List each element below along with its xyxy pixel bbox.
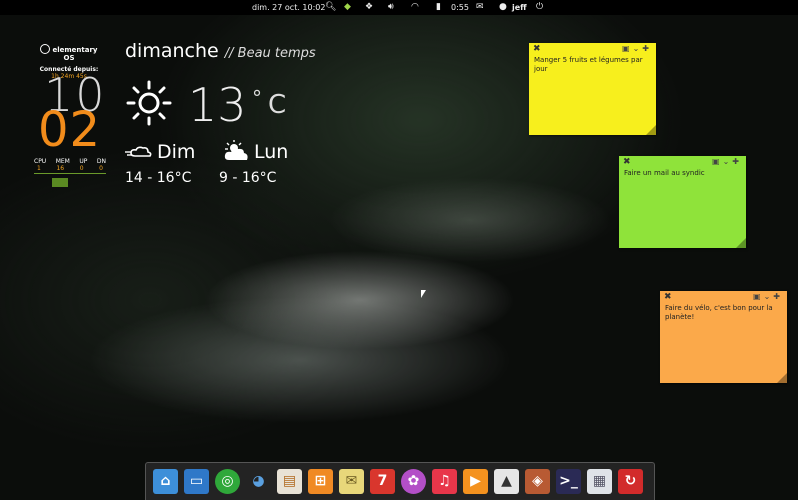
- image-viewer-icon[interactable]: ▲: [494, 469, 519, 494]
- evernote-icon[interactable]: ◆: [344, 2, 351, 13]
- clock-minute: 02: [38, 102, 102, 158]
- battery-icon[interactable]: ▮: [436, 2, 441, 13]
- note-header: ✖ ▣⌄✚: [660, 291, 787, 303]
- panel-clock[interactable]: dim. 27 oct. 10:02: [252, 3, 325, 12]
- mail-icon[interactable]: ✉: [339, 469, 364, 494]
- note-fold: [736, 238, 746, 248]
- os-name: elementary OS: [34, 44, 104, 62]
- calendar-icon[interactable]: 7: [370, 469, 395, 494]
- wind-icon: [125, 146, 152, 157]
- calculator-icon[interactable]: ⊞: [308, 469, 333, 494]
- close-icon[interactable]: ✖: [533, 44, 541, 54]
- forecast-range-2: 9 - 16°C: [219, 170, 277, 186]
- add-icon[interactable]: ✚: [732, 157, 742, 166]
- partly-cloudy-icon: [224, 140, 248, 160]
- terminal-icon[interactable]: >_: [556, 469, 581, 494]
- sticky-note-3[interactable]: ✖ ▣⌄✚ Faire du vélo, c'est bon pour la p…: [660, 291, 787, 383]
- note-text[interactable]: Faire un mail au syndic: [619, 168, 746, 179]
- degree-symbol: °: [252, 86, 262, 110]
- power-icon[interactable]: ⏻: [536, 2, 543, 13]
- sticky-note-1[interactable]: ✖ ▣⌄✚ Manger 5 fruits et légumes par jou…: [529, 43, 656, 135]
- shotwell-icon[interactable]: ✿: [401, 469, 426, 494]
- music-icon[interactable]: ♫: [432, 469, 457, 494]
- wifi-icon[interactable]: ◠: [411, 2, 419, 13]
- note-controls: ▣⌄✚: [712, 157, 742, 166]
- top-panel: dim. 27 oct. 10:02 🔍︎ ◆ ❖ 🔊︎ ◠ ▮ 0:55 ✉ …: [0, 0, 798, 15]
- fox-icon[interactable]: ◈: [525, 469, 550, 494]
- add-icon[interactable]: ✚: [642, 44, 652, 53]
- mem-meter: [52, 178, 68, 187]
- update-icon[interactable]: ↻: [618, 469, 643, 494]
- elementary-logo-icon: [40, 44, 51, 54]
- files-icon[interactable]: ⌂: [153, 469, 178, 494]
- stats-values: 1 16 0 0: [37, 165, 103, 172]
- temperature-unit: C: [268, 90, 287, 120]
- lock-icon[interactable]: ▣: [622, 44, 633, 53]
- volume-icon[interactable]: 🔊︎: [388, 2, 394, 13]
- battery-time: 0:55: [451, 3, 469, 12]
- note-controls: ▣⌄✚: [753, 292, 783, 301]
- chevron-down-icon[interactable]: ⌄: [764, 292, 774, 301]
- user-icon[interactable]: ●: [499, 2, 507, 13]
- sticky-note-2[interactable]: ✖ ▣⌄✚ Faire un mail au syndic: [619, 156, 746, 248]
- desktop-icon[interactable]: ▭: [184, 469, 209, 494]
- system-stats: CPU MEM UP DN 1 16 0 0: [34, 158, 106, 187]
- switchboard-icon[interactable]: ▦: [587, 469, 612, 494]
- search-icon[interactable]: 🔍︎: [325, 2, 336, 13]
- mouse-cursor: [421, 290, 426, 298]
- weather-condition: // Beau temps: [224, 46, 316, 61]
- note-text[interactable]: Manger 5 fruits et légumes par jour: [529, 55, 656, 75]
- note-header: ✖ ▣⌄✚: [619, 156, 746, 168]
- chevron-down-icon[interactable]: ⌄: [723, 157, 733, 166]
- close-icon[interactable]: ✖: [623, 157, 631, 167]
- close-icon[interactable]: ✖: [664, 292, 672, 302]
- pidgin-icon[interactable]: ◕: [246, 469, 271, 494]
- user-name[interactable]: jeff: [512, 3, 527, 12]
- note-text[interactable]: Faire du vélo, c'est bon pour la planète…: [660, 303, 787, 323]
- forecast-day-2: Lun: [254, 141, 289, 163]
- note-fold: [777, 373, 787, 383]
- stats-bar: [34, 173, 106, 174]
- sun-icon: [126, 80, 172, 126]
- dock: ⌂ ▭ ◎ ◕ ▤ ⊞ ✉ 7 ✿ ♫ ▶ ▲ ◈ >_ ▦ ↻: [145, 462, 655, 500]
- note-header: ✖ ▣⌄✚: [529, 43, 656, 55]
- forecast-day-1: Dim: [157, 141, 196, 163]
- videos-icon[interactable]: ▶: [463, 469, 488, 494]
- chevron-down-icon[interactable]: ⌄: [633, 44, 643, 53]
- dropbox-icon[interactable]: ❖: [365, 2, 373, 13]
- weather-day: dimanche // Beau temps: [125, 40, 316, 62]
- forecast-range-1: 14 - 16°C: [125, 170, 192, 186]
- note-fold: [646, 125, 656, 135]
- lock-icon[interactable]: ▣: [712, 157, 723, 166]
- lock-icon[interactable]: ▣: [753, 292, 764, 301]
- chrome-icon[interactable]: ◎: [215, 469, 240, 494]
- current-temperature: 13: [188, 78, 247, 132]
- libreoffice-icon[interactable]: ▤: [277, 469, 302, 494]
- add-icon[interactable]: ✚: [773, 292, 783, 301]
- stats-labels: CPU MEM UP DN: [34, 158, 106, 165]
- note-controls: ▣⌄✚: [622, 44, 652, 53]
- mail-icon[interactable]: ✉: [476, 2, 484, 13]
